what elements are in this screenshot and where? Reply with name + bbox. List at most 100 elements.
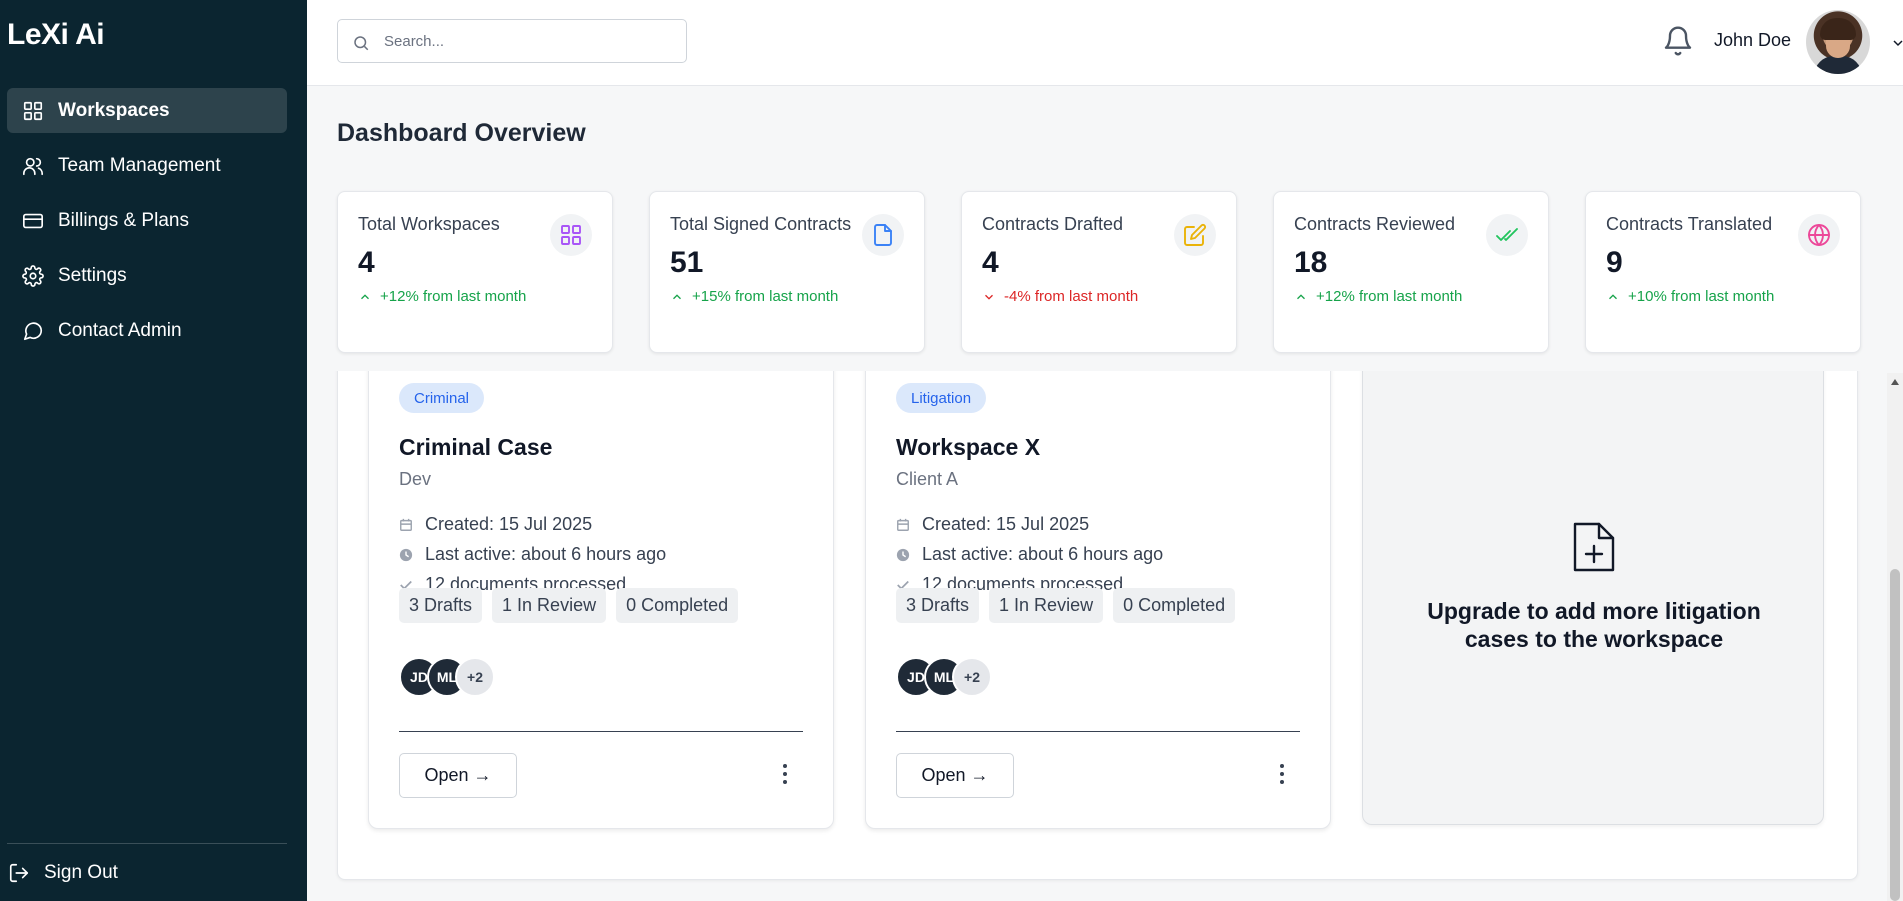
open-workspace-button[interactable]: Open → — [896, 753, 1014, 798]
last-active: Last active: about 6 hours ago — [896, 544, 1163, 565]
completed-pill: 0 Completed — [616, 588, 739, 623]
workspace-title: Criminal Case — [399, 434, 553, 460]
more-options-icon[interactable] — [781, 764, 789, 786]
stat-label: Total Workspaces — [358, 214, 500, 234]
credit-card-icon — [23, 213, 43, 228]
chevron-down-icon — [1893, 40, 1903, 47]
sidebar-item-settings[interactable]: Settings — [7, 253, 287, 298]
calendar-icon — [897, 518, 909, 531]
grid-icon — [23, 101, 43, 120]
chevron-up-icon — [673, 293, 681, 299]
sidebar-nav: Workspaces Team Management Billings & Pl… — [7, 88, 287, 363]
sidebar-divider — [7, 843, 287, 844]
in-review-pill: 1 In Review — [989, 588, 1104, 623]
sidebar-item-team-management[interactable]: Team Management — [7, 143, 287, 188]
more-options-icon[interactable] — [1278, 764, 1286, 786]
calendar-icon — [400, 518, 412, 531]
stat-card-contracts-drafted: Contracts Drafted 4 -4% from last month — [961, 191, 1237, 353]
sidebar-item-contact-admin[interactable]: Contact Admin — [7, 308, 287, 353]
sign-out-button[interactable]: Sign Out — [8, 862, 118, 884]
search-input[interactable] — [384, 32, 664, 50]
stat-label: Contracts Reviewed — [1294, 214, 1456, 234]
sidebar-item-label: Workspaces — [58, 99, 170, 121]
last-active: Last active: about 6 hours ago — [399, 544, 666, 565]
more-members-badge: +2 — [952, 657, 992, 697]
workspace-title: Workspace X — [896, 434, 1041, 460]
created-date: Created: 15 Jul 2025 — [399, 514, 592, 535]
chevron-up-icon — [1609, 293, 1617, 299]
user-menu-toggle[interactable] — [1890, 35, 1903, 56]
workspace-tag: Criminal — [399, 383, 485, 413]
stat-trend: +15% from last month — [670, 288, 838, 305]
workspace-card: Litigation Workspace X Client A Created:… — [865, 301, 1331, 829]
grid-icon — [550, 214, 592, 256]
clock-icon — [399, 548, 413, 561]
card-divider — [896, 731, 1300, 732]
sidebar-item-label: Settings — [58, 264, 127, 286]
gear-icon — [22, 264, 44, 287]
in-review-pill: 1 In Review — [492, 588, 607, 623]
stat-trend: +10% from last month — [1606, 288, 1774, 305]
chevron-up-icon — [361, 293, 369, 299]
sign-out-label: Sign Out — [44, 862, 118, 883]
notifications-button[interactable] — [1662, 25, 1694, 57]
stat-value: 9 — [1606, 246, 1623, 279]
double-check-icon — [1486, 214, 1528, 256]
stat-value: 4 — [982, 246, 999, 279]
top-bar: John Doe — [307, 0, 1903, 86]
more-members-badge: +2 — [455, 657, 495, 697]
chevron-up-icon — [1297, 293, 1305, 299]
sidebar-item-workspaces[interactable]: Workspaces — [7, 88, 287, 133]
message-circle-icon — [23, 321, 43, 340]
workspace-client: Client A — [896, 469, 959, 489]
search-box[interactable] — [337, 19, 687, 63]
status-pills: 3 Drafts 1 In Review 0 Completed — [896, 588, 1245, 623]
app-logo: LeXi Ai — [7, 18, 105, 51]
sidebar-item-billings-plans[interactable]: Billings & Plans — [7, 198, 287, 243]
stat-value: 51 — [670, 246, 704, 279]
log-out-icon — [9, 863, 29, 883]
globe-icon — [1798, 214, 1840, 256]
drafts-pill: 3 Drafts — [896, 588, 980, 623]
stat-label: Total Signed Contracts — [670, 214, 852, 234]
stat-card-contracts-reviewed: Contracts Reviewed 18 +12% from last mon… — [1273, 191, 1549, 353]
open-workspace-button[interactable]: Open → — [399, 753, 517, 798]
workspaces-panel: Criminal Criminal Case Dev Created: 15 J… — [337, 300, 1858, 880]
drafts-pill: 3 Drafts — [399, 588, 483, 623]
stat-trend: +12% from last month — [1294, 288, 1462, 305]
workspace-tag: Litigation — [896, 383, 987, 413]
status-pills: 3 Drafts 1 In Review 0 Completed — [399, 588, 748, 623]
sidebar-item-label: Billings & Plans — [58, 209, 189, 231]
clock-icon — [896, 548, 910, 561]
scrollbar-thumb[interactable] — [1890, 569, 1900, 901]
user-avatar[interactable] — [1806, 10, 1870, 74]
stat-value: 18 — [1294, 246, 1328, 279]
upgrade-card[interactable]: Upgrade to add more litigation cases to … — [1362, 301, 1824, 825]
stat-card-contracts-translated: Contracts Translated 9 +10% from last mo… — [1585, 191, 1861, 353]
member-avatars: JD ML +2 — [896, 657, 992, 697]
card-divider — [399, 731, 803, 732]
users-icon — [23, 157, 43, 175]
main-scrollbar[interactable] — [1887, 373, 1903, 901]
search-icon — [354, 36, 369, 51]
sidebar-item-label: Team Management — [58, 154, 221, 176]
user-name[interactable]: John Doe — [1714, 30, 1791, 51]
stat-label: Contracts Translated — [1606, 214, 1773, 234]
edit-icon — [1174, 214, 1216, 256]
stat-value: 4 — [358, 246, 375, 279]
workspace-card: Criminal Criminal Case Dev Created: 15 J… — [368, 301, 834, 829]
sidebar: LeXi Ai Workspaces Team Management Billi… — [0, 0, 307, 901]
stat-card-total-workspaces: Total Workspaces 4 +12% from last month — [337, 191, 613, 353]
scroll-up-arrow[interactable] — [1891, 379, 1899, 385]
page-title: Dashboard Overview — [337, 119, 586, 147]
completed-pill: 0 Completed — [1113, 588, 1236, 623]
file-icon — [862, 214, 904, 256]
member-avatars: JD ML +2 — [399, 657, 495, 697]
stat-trend: -4% from last month — [982, 288, 1138, 305]
upgrade-text: Upgrade to add more litigation cases to … — [1427, 598, 1761, 652]
sidebar-item-label: Contact Admin — [58, 319, 182, 341]
stat-card-total-signed-contracts: Total Signed Contracts 51 +15% from last… — [649, 191, 925, 353]
workspace-client: Dev — [399, 469, 432, 489]
bell-icon — [1664, 26, 1692, 56]
stat-trend: +12% from last month — [358, 288, 526, 305]
